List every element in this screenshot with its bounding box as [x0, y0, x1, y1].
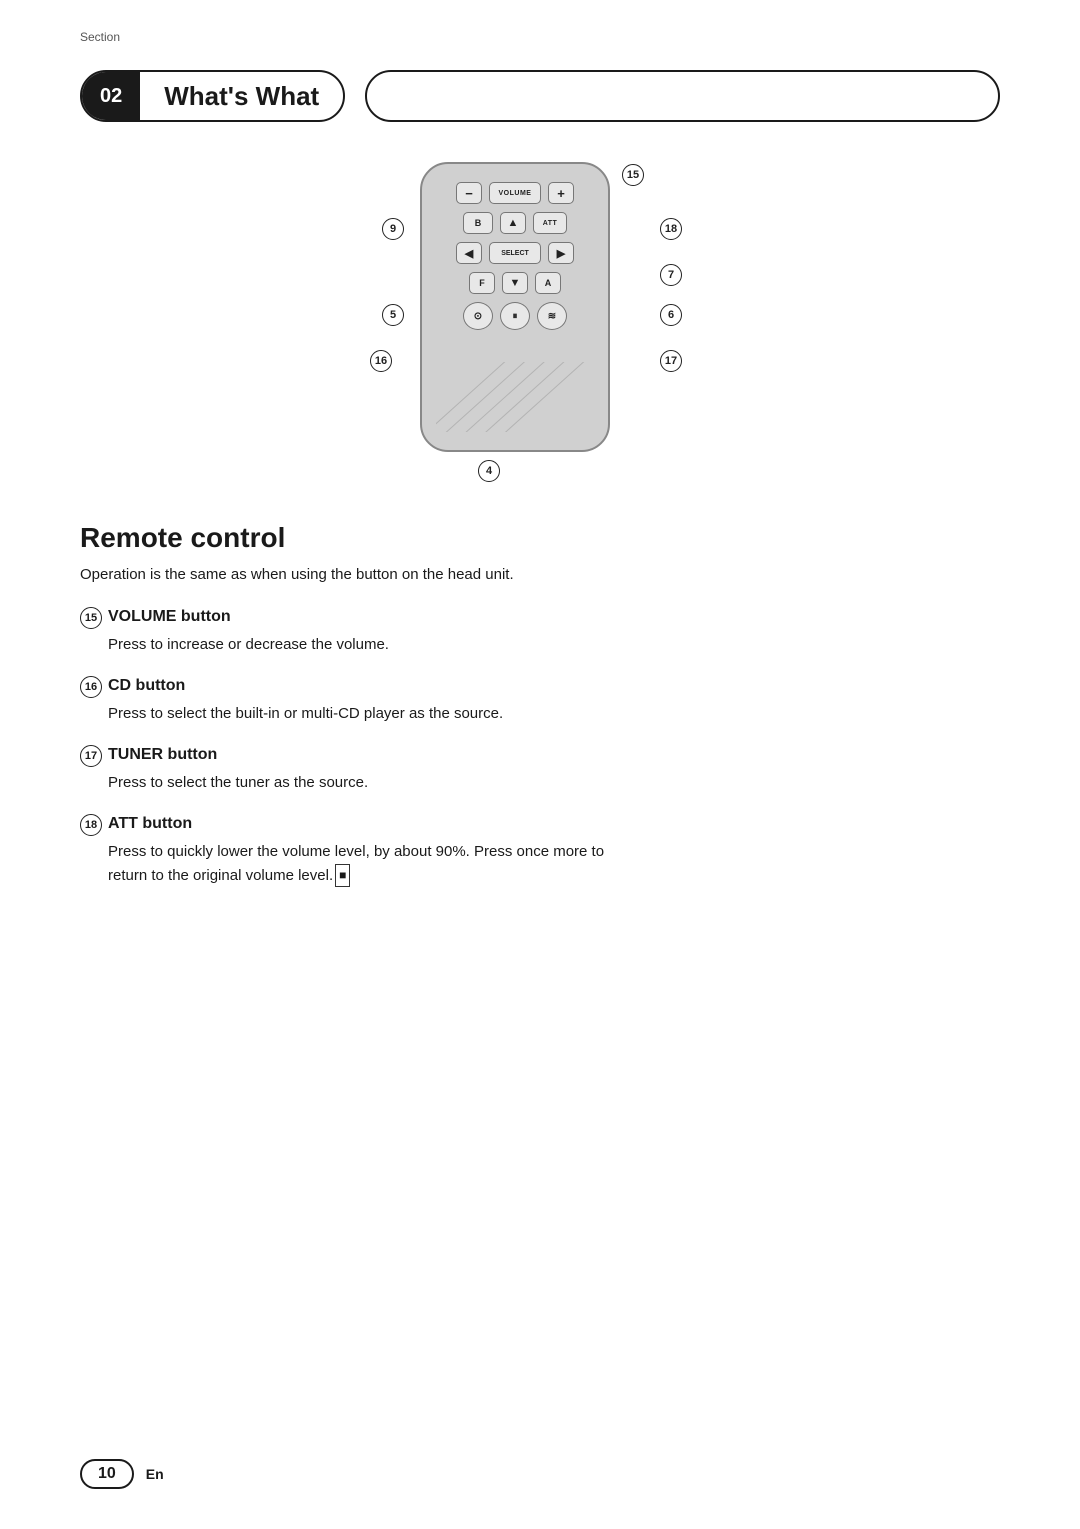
item-18: 18 ATT button Press to quickly lower the…	[80, 814, 1000, 887]
remote-row-3: ◀ SELECT ▶	[456, 242, 574, 264]
callout-7: 7	[660, 264, 682, 286]
up-arrow-btn[interactable]: ▲	[500, 212, 526, 234]
callout-16: 16	[370, 350, 392, 372]
section-number: 02	[82, 72, 140, 120]
remote-wrapper: − VOLUME + B ▲ ATT ◀ SELECT ▶	[360, 152, 720, 492]
vol-plus-btn[interactable]: +	[548, 182, 574, 204]
item-16-desc: Press to select the built-in or multi-CD…	[108, 702, 608, 725]
callout-18: 18	[660, 218, 682, 240]
down-arrow-btn[interactable]: ▼	[502, 272, 528, 294]
content-section: Remote control Operation is the same as …	[80, 522, 1000, 887]
tuner-btn[interactable]: ≋	[537, 302, 567, 330]
item-16-title-row: 16 CD button	[80, 676, 1000, 698]
right-arrow-btn[interactable]: ▶	[548, 242, 574, 264]
f-btn[interactable]: F	[469, 272, 495, 294]
intro-text: Operation is the same as when using the …	[80, 564, 560, 587]
remote-control-heading: Remote control	[80, 522, 1000, 554]
att-btn[interactable]: ATT	[533, 212, 567, 234]
header-container: 02 What's What	[80, 70, 1000, 122]
title-pill: 02 What's What	[80, 70, 345, 122]
callout-4: 4	[478, 460, 500, 482]
remote-row-5: ⊙ ⏸ ≋	[463, 302, 567, 330]
item-17: 17 TUNER button Press to select the tune…	[80, 745, 1000, 794]
page-number: 10	[80, 1459, 134, 1489]
section-label: Section	[80, 30, 120, 44]
callout-17: 17	[660, 350, 682, 372]
item-18-desc: Press to quickly lower the volume level,…	[108, 840, 608, 887]
item-15-title-row: 15 VOLUME button	[80, 607, 1000, 629]
item-15-badge: 15	[80, 607, 102, 629]
item-18-badge: 18	[80, 814, 102, 836]
callout-9: 9	[382, 218, 404, 240]
remote-decoration	[436, 362, 594, 432]
callout-15: 15	[622, 164, 644, 186]
vol-label-btn: VOLUME	[489, 182, 541, 204]
page: Section 02 What's What − VOLUME + B ▲	[0, 0, 1080, 1529]
item-16: 16 CD button Press to select the built-i…	[80, 676, 1000, 725]
item-17-desc: Press to select the tuner as the source.	[108, 771, 608, 794]
item-15: 15 VOLUME button Press to increase or de…	[80, 607, 1000, 656]
remote-body: − VOLUME + B ▲ ATT ◀ SELECT ▶	[420, 162, 610, 452]
remote-row-volume: − VOLUME +	[456, 182, 574, 204]
callout-5: 5	[382, 304, 404, 326]
item-18-title: ATT button	[108, 815, 192, 833]
footer: 10 En	[80, 1459, 164, 1489]
header-right-box	[365, 70, 1000, 122]
item-16-title: CD button	[108, 677, 185, 695]
b-btn[interactable]: B	[463, 212, 493, 234]
item-18-title-row: 18 ATT button	[80, 814, 1000, 836]
item-15-desc: Press to increase or decrease the volume…	[108, 633, 608, 656]
item-16-badge: 16	[80, 676, 102, 698]
item-17-badge: 17	[80, 745, 102, 767]
a-btn[interactable]: A	[535, 272, 561, 294]
remote-row-4: F ▼ A	[469, 272, 561, 294]
cd-btn[interactable]: ⊙	[463, 302, 493, 330]
left-arrow-btn[interactable]: ◀	[456, 242, 482, 264]
page-title: What's What	[140, 81, 343, 112]
diagram-area: − VOLUME + B ▲ ATT ◀ SELECT ▶	[80, 152, 1000, 492]
vol-minus-btn[interactable]: −	[456, 182, 482, 204]
item-17-title-row: 17 TUNER button	[80, 745, 1000, 767]
remote-row-2: B ▲ ATT	[463, 212, 567, 234]
item-17-title: TUNER button	[108, 746, 217, 764]
pause-btn[interactable]: ⏸	[500, 302, 530, 330]
end-mark: ■	[335, 864, 350, 887]
select-btn[interactable]: SELECT	[489, 242, 541, 264]
item-15-title: VOLUME button	[108, 608, 231, 626]
callout-6: 6	[660, 304, 682, 326]
language-label: En	[146, 1466, 164, 1482]
